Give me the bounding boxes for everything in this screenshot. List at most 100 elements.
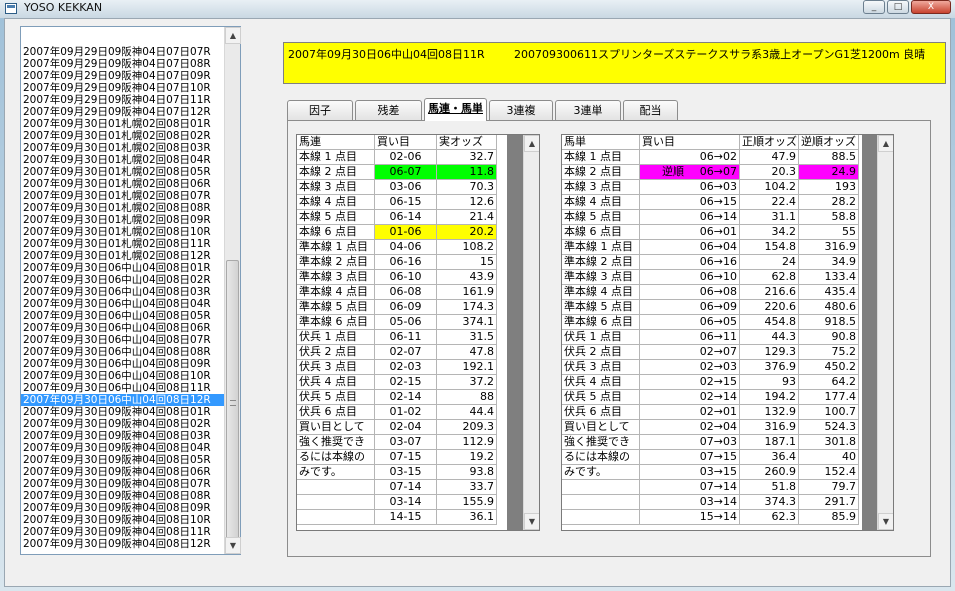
- race-list-item[interactable]: 2007年09月30日01札幌02回08日04R: [21, 154, 225, 166]
- bet-pair-cell[interactable]: 02-03: [375, 360, 437, 375]
- bet-pair-cell[interactable]: 06→08: [640, 285, 740, 300]
- race-list-item[interactable]: 2007年09月30日06中山04回08日01R: [21, 262, 225, 274]
- race-list-item[interactable]: 2007年09月29日09阪神04日07日12R: [21, 106, 225, 118]
- race-list-item[interactable]: 2007年09月29日09阪神04日07日10R: [21, 82, 225, 94]
- reverse-odds-cell[interactable]: 24.9: [799, 165, 859, 180]
- bet-pair-cell[interactable]: 02→03: [640, 360, 740, 375]
- row-label[interactable]: 準本線 6 点目: [562, 315, 640, 330]
- row-label[interactable]: るには本線の: [562, 450, 640, 465]
- reverse-odds-cell[interactable]: 100.7: [799, 405, 859, 420]
- bet-pair-cell[interactable]: 03-15: [375, 465, 437, 480]
- bet-pair-cell[interactable]: 06-11: [375, 330, 437, 345]
- reverse-odds-cell[interactable]: 88.5: [799, 150, 859, 165]
- maximize-button[interactable]: □: [887, 0, 909, 14]
- bet-pair-cell[interactable]: 02-07: [375, 345, 437, 360]
- race-list-item[interactable]: 2007年09月30日01札幌02回08日02R: [21, 130, 225, 142]
- row-label[interactable]: 本線 3 点目: [297, 180, 375, 195]
- bet-pair-cell[interactable]: 06→01: [640, 225, 740, 240]
- reverse-odds-cell[interactable]: 28.2: [799, 195, 859, 210]
- forward-odds-cell[interactable]: 62.3: [740, 510, 799, 525]
- race-list-item[interactable]: 2007年09月30日06中山04回08日06R: [21, 322, 225, 334]
- race-list-item[interactable]: 2007年09月30日01札幌02回08日03R: [21, 142, 225, 154]
- umatan-scrollbar[interactable]: ▲ ▼: [877, 135, 893, 530]
- scroll-down-arrow-icon[interactable]: ▼: [524, 513, 539, 530]
- odds-cell[interactable]: 161.9: [437, 285, 497, 300]
- row-label[interactable]: 伏兵 5 点目: [562, 390, 640, 405]
- row-label[interactable]: 伏兵 2 点目: [297, 345, 375, 360]
- minimize-button[interactable]: _: [863, 0, 885, 14]
- odds-cell[interactable]: 19.2: [437, 450, 497, 465]
- bet-pair-cell[interactable]: 02→04: [640, 420, 740, 435]
- bet-pair-cell[interactable]: 15→14: [640, 510, 740, 525]
- race-list-item[interactable]: 2007年09月30日01札幌02回08日11R: [21, 238, 225, 250]
- odds-cell[interactable]: 12.6: [437, 195, 497, 210]
- bet-pair-cell[interactable]: 06→14: [640, 210, 740, 225]
- odds-cell[interactable]: 33.7: [437, 480, 497, 495]
- row-label[interactable]: 準本線 4 点目: [297, 285, 375, 300]
- reverse-odds-cell[interactable]: 524.3: [799, 420, 859, 435]
- forward-odds-cell[interactable]: 104.2: [740, 180, 799, 195]
- bet-pair-cell[interactable]: 06→15: [640, 195, 740, 210]
- odds-cell[interactable]: 112.9: [437, 435, 497, 450]
- scroll-up-arrow-icon[interactable]: ▲: [878, 135, 893, 152]
- race-list-item[interactable]: 2007年09月30日06中山04回08日09R: [21, 358, 225, 370]
- scroll-up-arrow-icon[interactable]: ▲: [225, 27, 241, 44]
- race-list-item[interactable]: 2007年09月30日06中山04回08日12R: [21, 394, 225, 406]
- bet-pair-cell[interactable]: 06-16: [375, 255, 437, 270]
- odds-cell[interactable]: 374.1: [437, 315, 497, 330]
- column-header[interactable]: 買い目: [375, 135, 437, 150]
- race-list-item[interactable]: 2007年09月30日01札幌02回08日08R: [21, 202, 225, 214]
- tab-3[interactable]: 3連複: [489, 100, 553, 120]
- row-label[interactable]: 伏兵 6 点目: [297, 405, 375, 420]
- forward-odds-cell[interactable]: 24: [740, 255, 799, 270]
- row-label[interactable]: 本線 4 点目: [297, 195, 375, 210]
- bet-pair-cell[interactable]: 01-02: [375, 405, 437, 420]
- row-label[interactable]: 伏兵 4 点目: [297, 375, 375, 390]
- race-listbox[interactable]: 2007年09月29日09阪神04日07日07R 2007年09月29日09阪神0…: [20, 26, 241, 555]
- row-label[interactable]: [562, 480, 640, 495]
- forward-odds-cell[interactable]: 187.1: [740, 435, 799, 450]
- race-list-item[interactable]: 2007年09月30日06中山04回08日11R: [21, 382, 225, 394]
- reverse-odds-cell[interactable]: 291.7: [799, 495, 859, 510]
- reverse-odds-cell[interactable]: 34.9: [799, 255, 859, 270]
- odds-cell[interactable]: 31.5: [437, 330, 497, 345]
- forward-odds-cell[interactable]: 34.2: [740, 225, 799, 240]
- bet-pair-cell[interactable]: 03→15: [640, 465, 740, 480]
- odds-cell[interactable]: 32.7: [437, 150, 497, 165]
- odds-cell[interactable]: 47.8: [437, 345, 497, 360]
- row-label[interactable]: 伏兵 3 点目: [562, 360, 640, 375]
- bet-pair-cell[interactable]: 14-15: [375, 510, 437, 525]
- race-list-item[interactable]: 2007年09月30日01札幌02回08日10R: [21, 226, 225, 238]
- reverse-odds-cell[interactable]: 152.4: [799, 465, 859, 480]
- row-label[interactable]: 本線 4 点目: [562, 195, 640, 210]
- row-label[interactable]: 本線 2 点目: [562, 165, 640, 180]
- row-label[interactable]: 本線 6 点目: [562, 225, 640, 240]
- bet-pair-cell[interactable]: 逆順 06→07: [640, 165, 740, 180]
- tab-4[interactable]: 3連単: [555, 100, 621, 120]
- race-list-item[interactable]: 2007年09月29日09阪神04日07日07R: [21, 46, 225, 58]
- reverse-odds-cell[interactable]: 316.9: [799, 240, 859, 255]
- row-label[interactable]: 準本線 3 点目: [297, 270, 375, 285]
- forward-odds-cell[interactable]: 93: [740, 375, 799, 390]
- row-label[interactable]: [562, 495, 640, 510]
- reverse-odds-cell[interactable]: 64.2: [799, 375, 859, 390]
- column-header[interactable]: 逆順オッズ: [799, 135, 859, 150]
- race-list-item[interactable]: 2007年09月30日06中山04回08日07R: [21, 334, 225, 346]
- row-label[interactable]: [562, 510, 640, 525]
- odds-cell[interactable]: 44.4: [437, 405, 497, 420]
- reverse-odds-cell[interactable]: 75.2: [799, 345, 859, 360]
- bet-pair-cell[interactable]: 06-08: [375, 285, 437, 300]
- row-label[interactable]: 準本線 1 点目: [297, 240, 375, 255]
- row-label[interactable]: 準本線 6 点目: [297, 315, 375, 330]
- bet-pair-cell[interactable]: 02-15: [375, 375, 437, 390]
- row-label[interactable]: 準本線 4 点目: [562, 285, 640, 300]
- row-label[interactable]: 本線 5 点目: [562, 210, 640, 225]
- odds-cell[interactable]: 37.2: [437, 375, 497, 390]
- reverse-odds-cell[interactable]: 58.8: [799, 210, 859, 225]
- odds-cell[interactable]: 155.9: [437, 495, 497, 510]
- bet-pair-cell[interactable]: 06→04: [640, 240, 740, 255]
- row-label[interactable]: 本線 1 点目: [562, 150, 640, 165]
- row-label[interactable]: 本線 2 点目: [297, 165, 375, 180]
- row-label[interactable]: 伏兵 1 点目: [562, 330, 640, 345]
- bet-pair-cell[interactable]: 06-15: [375, 195, 437, 210]
